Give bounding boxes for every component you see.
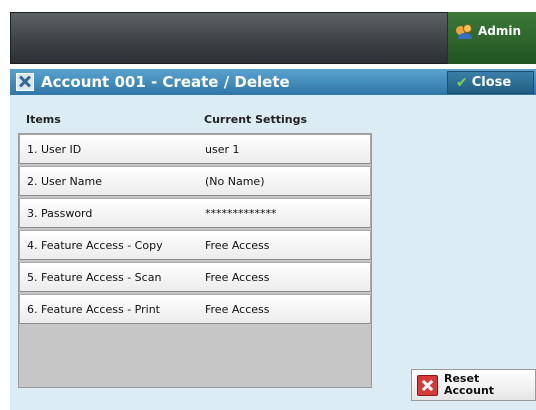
row-item: 5. Feature Access - Scan: [27, 270, 162, 284]
checkmark-icon: ✔: [456, 74, 468, 91]
row-item: 6. Feature Access - Print: [27, 302, 160, 316]
table-row-password[interactable]: 3. Password *************: [19, 198, 371, 228]
table-row-user-id[interactable]: 1. User ID user 1: [19, 134, 371, 164]
close-label: Close: [471, 75, 512, 90]
reset-account-button[interactable]: Reset Account: [411, 369, 536, 401]
row-value: (No Name): [205, 174, 265, 188]
column-header-items: Items: [26, 113, 61, 126]
row-value: Free Access: [205, 270, 270, 284]
row-item: 3. Password: [27, 206, 93, 220]
row-value: *************: [205, 206, 277, 220]
row-value: Free Access: [205, 302, 270, 316]
close-button[interactable]: ✔ Close: [447, 71, 534, 94]
table-row-user-name[interactable]: 2. User Name (No Name): [19, 166, 371, 196]
table-row-feature-access-print[interactable]: 6. Feature Access - Print Free Access: [19, 294, 371, 324]
row-value: user 1: [205, 142, 240, 156]
reset-x-icon: [417, 374, 438, 396]
table-row-feature-access-scan[interactable]: 5. Feature Access - Scan Free Access: [19, 262, 371, 292]
reset-account-label: Reset Account: [444, 372, 495, 397]
row-item: 4. Feature Access - Copy: [27, 238, 163, 252]
page-title: Account 001 - Create / Delete: [41, 73, 290, 91]
admin-users-icon: [456, 24, 474, 39]
row-item: 1. User ID: [27, 142, 82, 156]
table-row-feature-access-copy[interactable]: 4. Feature Access - Copy Free Access: [19, 230, 371, 260]
row-value: Free Access: [205, 238, 270, 252]
column-header-current-settings: Current Settings: [204, 113, 308, 126]
admin-label: Admin: [478, 24, 522, 38]
tools-icon: [16, 73, 34, 91]
admin-button[interactable]: Admin: [447, 12, 536, 64]
row-item: 2. User Name: [27, 174, 103, 188]
